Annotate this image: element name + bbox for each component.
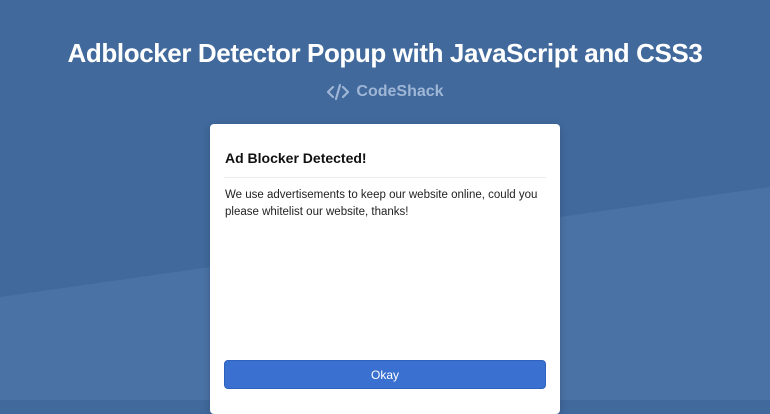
adblock-modal: Ad Blocker Detected! We use advertisemen… <box>210 124 560 414</box>
brand-logo: CodeShack <box>0 82 770 102</box>
modal-header: Ad Blocker Detected! <box>224 124 546 178</box>
brand-name: CodeShack <box>356 83 444 100</box>
okay-button[interactable]: Okay <box>224 360 546 389</box>
modal-message: We use advertisements to keep our websit… <box>225 189 538 218</box>
code-brackets-icon <box>326 82 350 102</box>
page-title: Adblocker Detector Popup with JavaScript… <box>67 38 703 68</box>
modal-title: Ad Blocker Detected! <box>225 150 367 166</box>
